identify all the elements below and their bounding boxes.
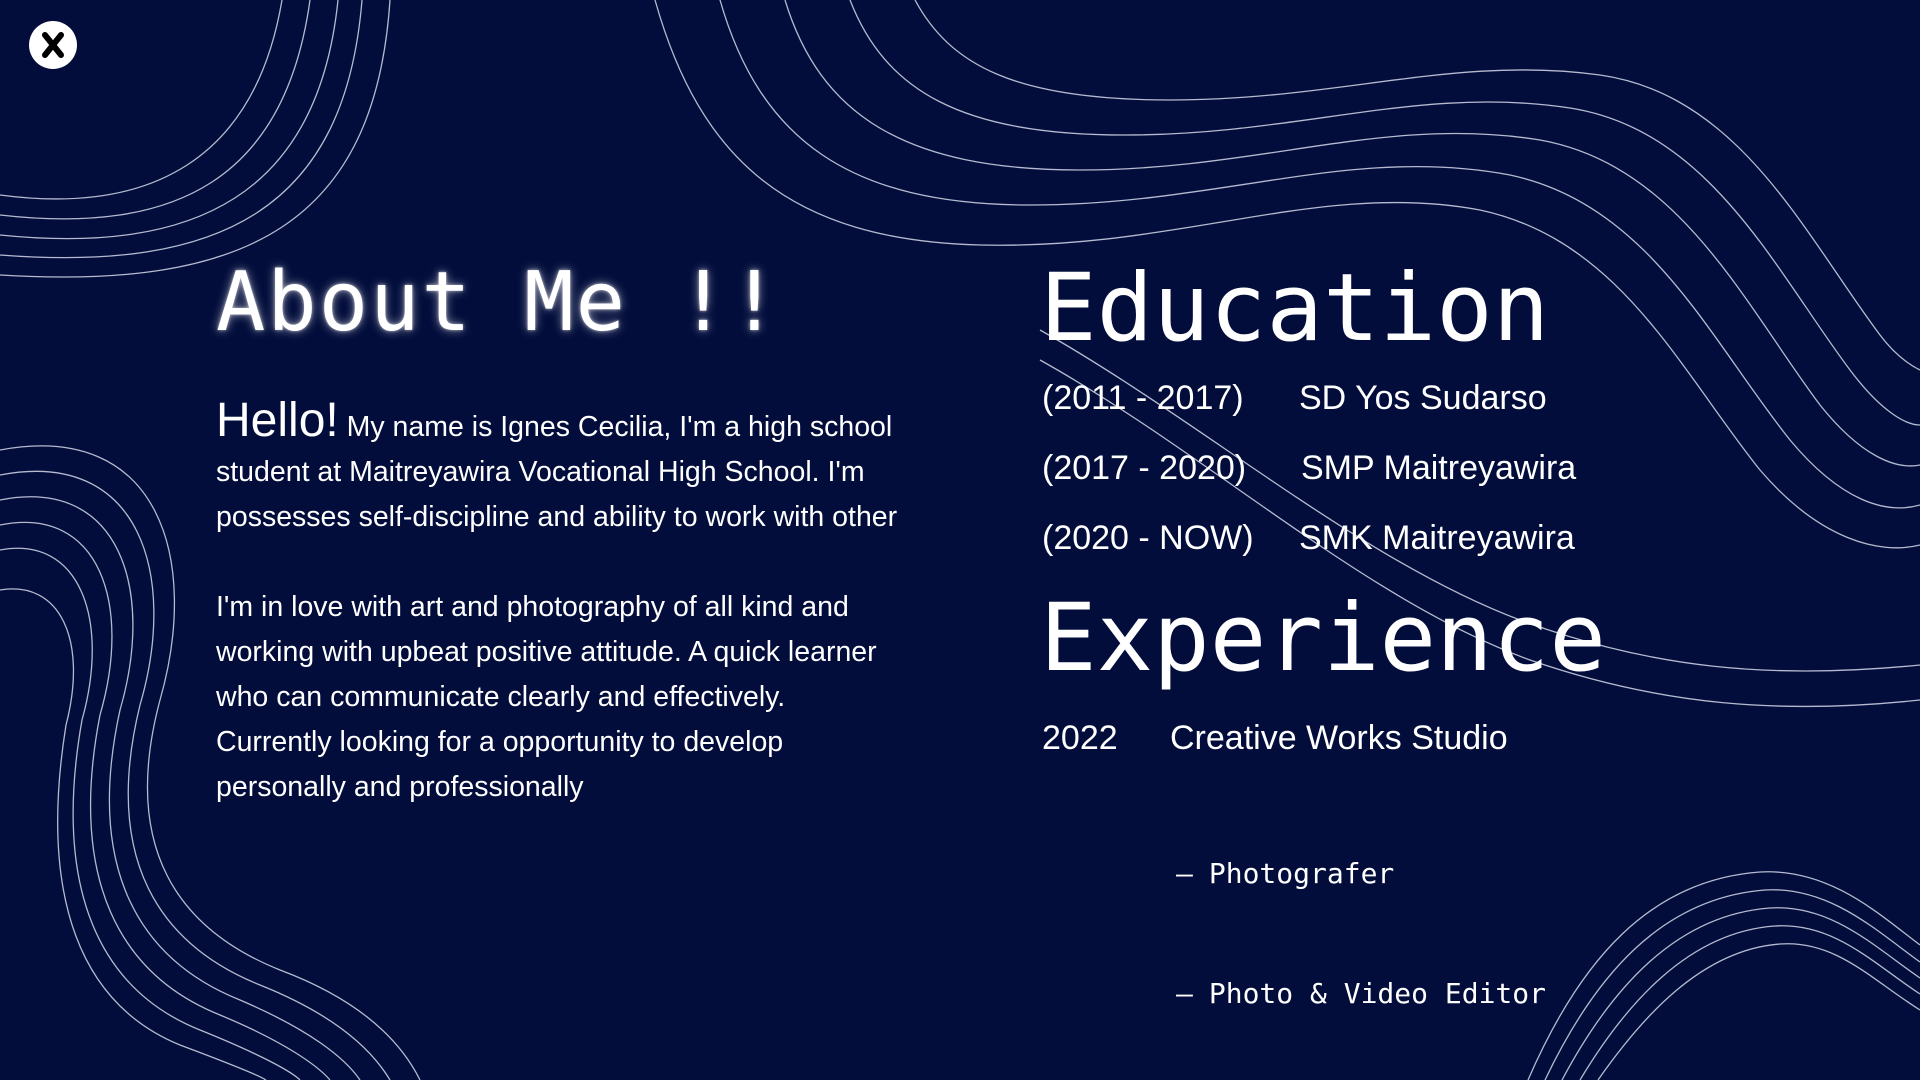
education-school: SD Yos Sudarso [1299,379,1547,417]
education-heading: Education [1040,254,1550,363]
education-school: SMP Maitreyawira [1301,449,1577,487]
role-bullet: – [1176,977,1193,1010]
hello-greeting: Hello! [216,394,339,447]
education-years: (2011 - 2017) [1042,379,1244,417]
bottom-right-arcs [1527,871,1920,1080]
about-me-heading: About Me !! [216,255,782,350]
experience-heading: Experience [1040,584,1606,693]
education-school: SMK Maitreyawira [1299,519,1575,557]
experience-year: 2022 [1042,719,1118,757]
role-bullet: – [1176,857,1193,890]
education-years: (2020 - NOW) [1042,519,1254,557]
experience-role: – Photografer [1176,854,1546,894]
about-intro-paragraph: Hello! My name is Ignes Cecilia, I'm a h… [216,397,906,540]
about-me-body: Hello! My name is Ignes Cecilia, I'm a h… [216,397,906,810]
close-button[interactable] [29,21,77,69]
education-years: (2017 - 2020) [1042,449,1247,487]
experience-company: Creative Works Studio [1170,719,1508,757]
role-title: Photografer [1208,857,1395,890]
about-second-paragraph: I'm in love with art and photography of … [216,591,877,803]
about-me-slide: About Me !! Hello! My name is Ignes Ceci… [0,0,1920,1080]
experience-role: – Photo & Video Editor [1176,974,1546,1014]
role-title: Photo & Video Editor [1208,977,1547,1010]
experience-roles: – Photografer – Photo & Video Editor [1176,774,1546,1080]
close-icon [42,32,64,58]
